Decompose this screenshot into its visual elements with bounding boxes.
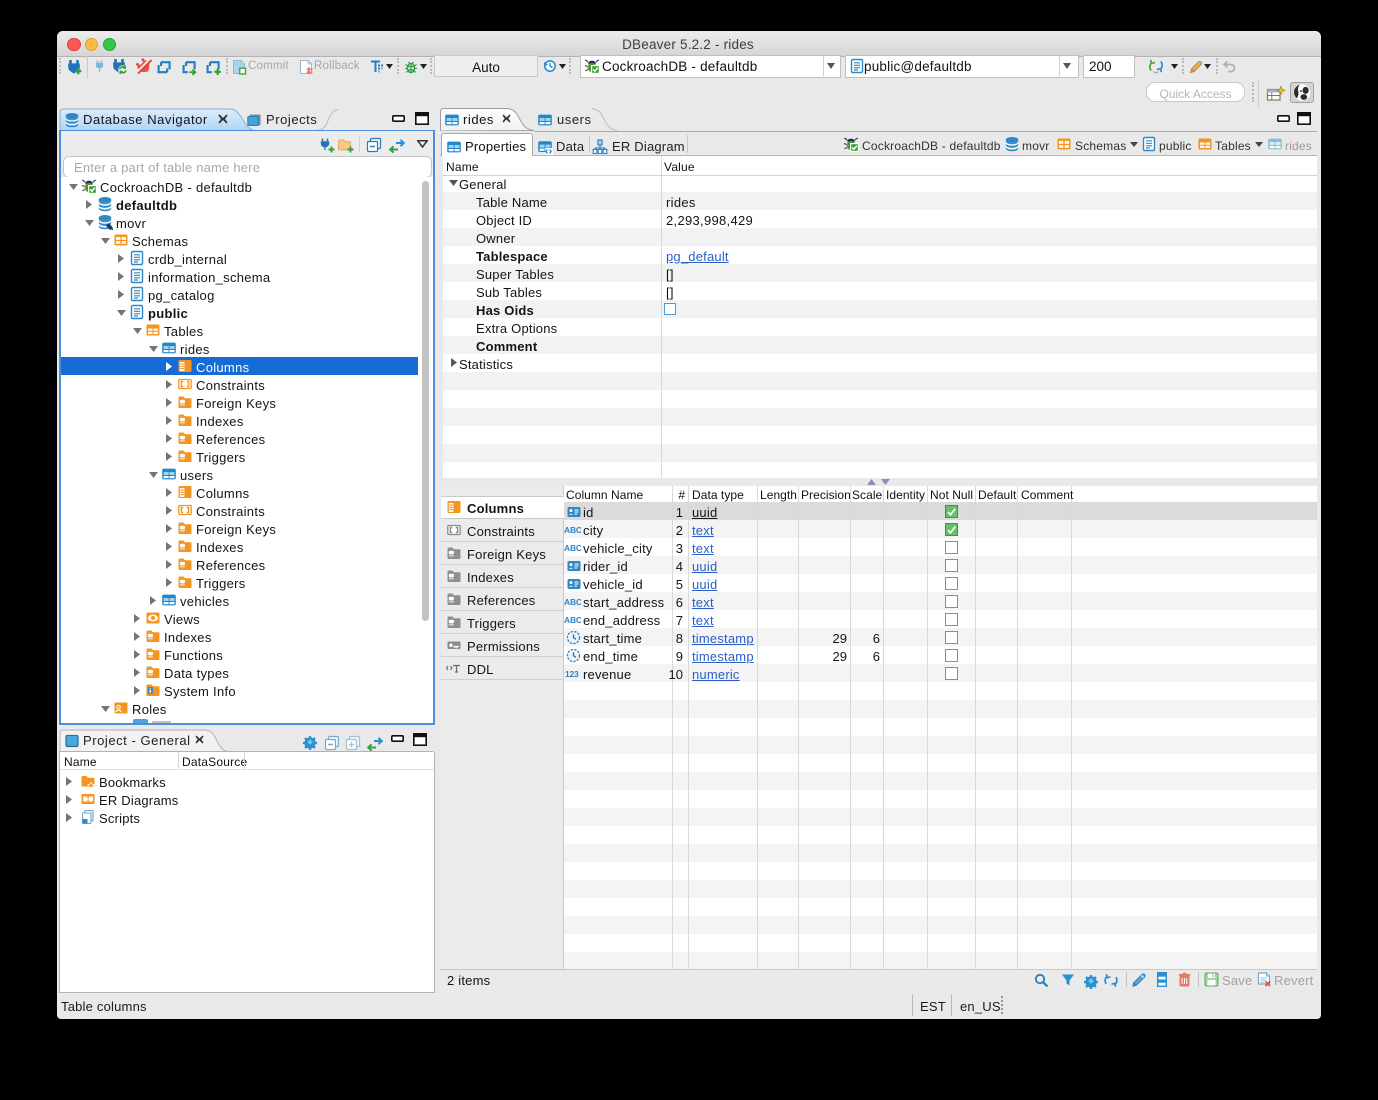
svg-text:ABC: ABC [564, 525, 581, 535]
svg-text:123: 123 [565, 669, 579, 679]
svg-text:ABC: ABC [564, 543, 581, 553]
svg-text:ABC: ABC [564, 615, 581, 625]
svg-text:ABC: ABC [564, 597, 581, 607]
